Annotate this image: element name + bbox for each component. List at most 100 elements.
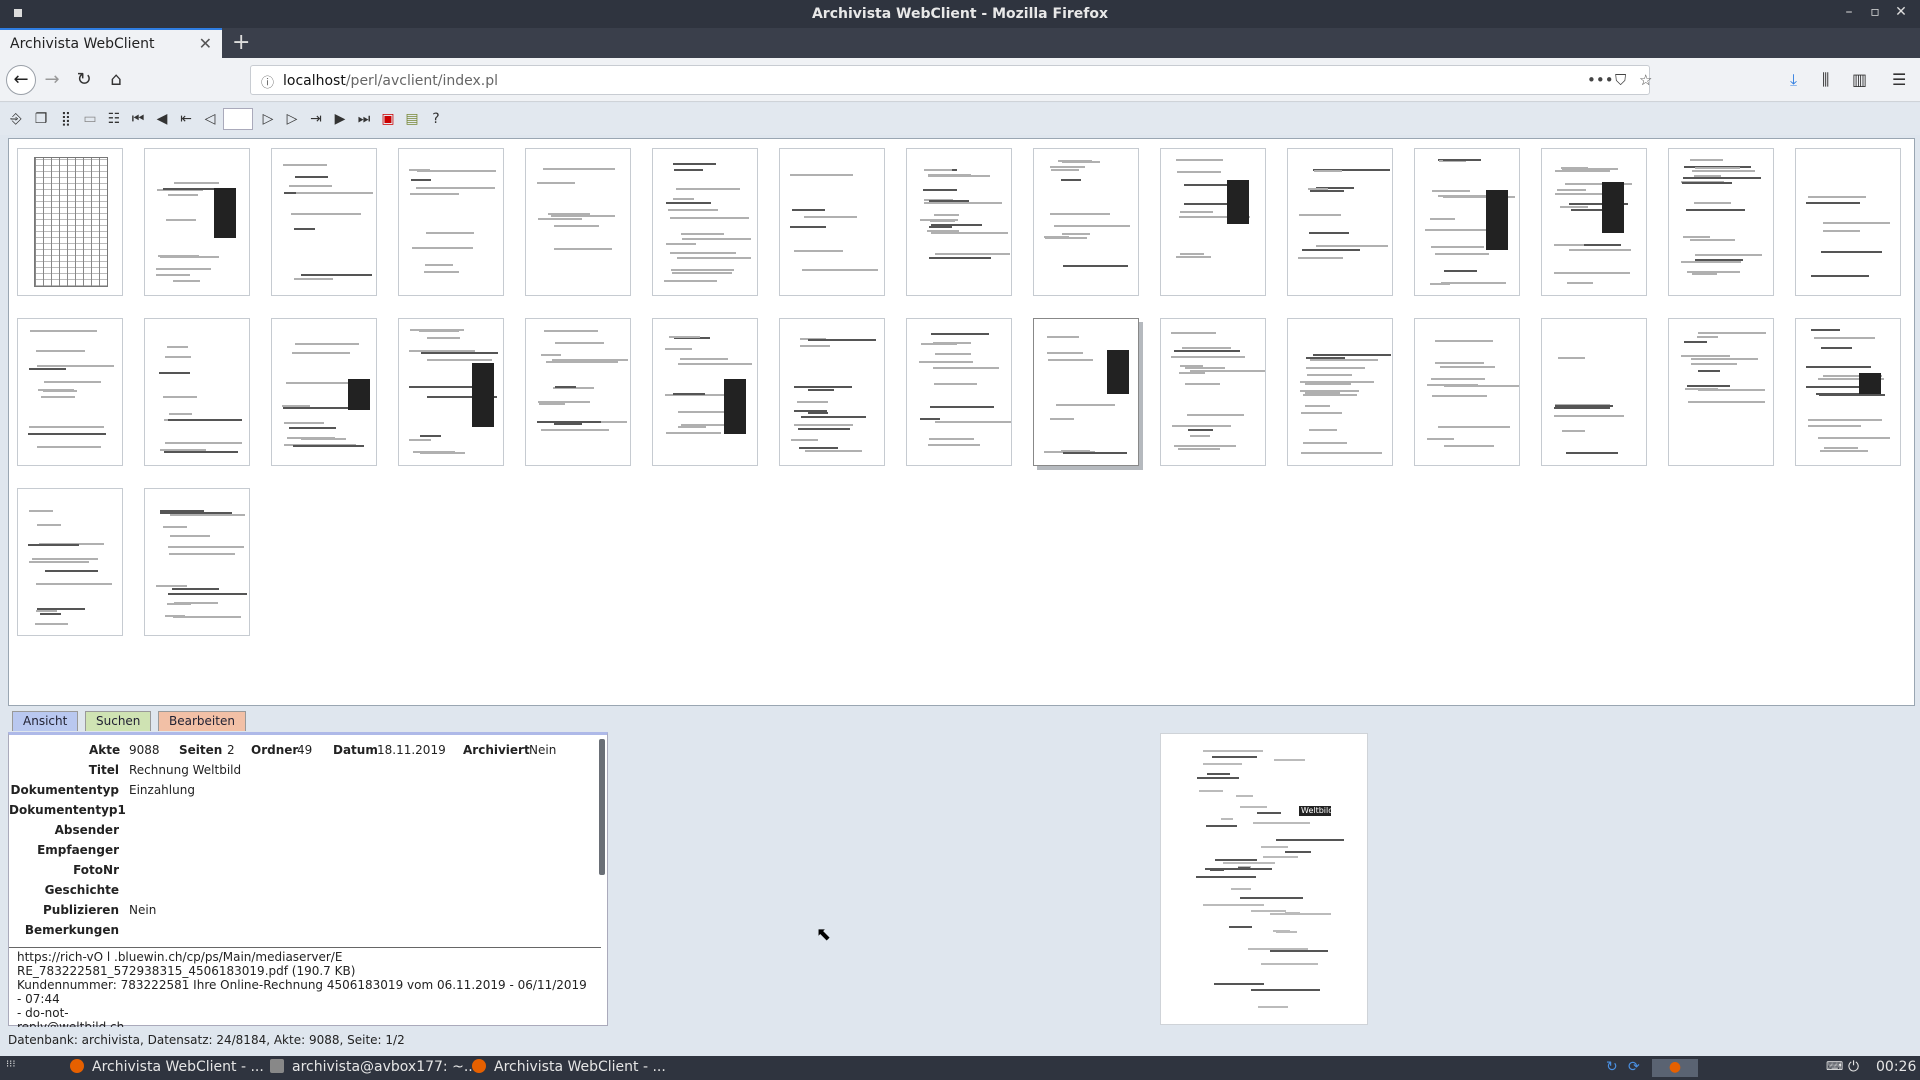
- keyboard-icon[interactable]: ⌨: [1826, 1059, 1843, 1073]
- preview-text-line: [1215, 859, 1257, 861]
- firefox-tray-icon[interactable]: ●: [1652, 1059, 1698, 1077]
- last-record-icon[interactable]: ⏭: [354, 109, 374, 129]
- page-thumbnail[interactable]: [1795, 318, 1901, 466]
- go-to-page-icon[interactable]: ▷: [258, 109, 278, 129]
- preview-text-line: [1236, 795, 1253, 797]
- task-terminal[interactable]: archivista@avbox177: ~...: [270, 1059, 477, 1077]
- close-tab-icon[interactable]: ✕: [199, 34, 212, 53]
- page-thumbnail[interactable]: [652, 148, 758, 296]
- help-icon[interactable]: ?: [426, 109, 446, 129]
- minimize-button[interactable]: –: [1840, 4, 1858, 20]
- delete-icon[interactable]: ▣: [378, 109, 398, 129]
- page-thumbnail[interactable]: [525, 148, 631, 296]
- tab-bearbeiten[interactable]: Bearbeiten: [158, 711, 246, 731]
- field-row: FotoNr: [9, 863, 599, 881]
- downloads-icon[interactable]: ⤓: [1790, 70, 1797, 90]
- thumbnail-text-line: [1690, 159, 1723, 161]
- field-label: Absender: [54, 823, 119, 837]
- power-icon[interactable]: ⏻: [1848, 1059, 1859, 1075]
- page-thumbnail[interactable]: [1668, 148, 1774, 296]
- page-thumbnail[interactable]: [1795, 148, 1901, 296]
- page-number-input[interactable]: [223, 108, 253, 130]
- apps-menu-icon[interactable]: ⁝⁝⁝: [6, 1059, 16, 1070]
- thumbnail-text-line: [1819, 394, 1885, 396]
- page-thumbnail[interactable]: [17, 318, 123, 466]
- library-icon[interactable]: ⫼: [1822, 70, 1829, 90]
- url-bar[interactable]: ⓘ localhost/perl/avclient/index.pl ••• ⛉…: [250, 65, 1652, 95]
- bookmark-star-icon[interactable]: ☆: [1639, 71, 1652, 89]
- task-firefox-2[interactable]: Archivista WebClient - ...: [472, 1059, 666, 1077]
- page-thumbnail[interactable]: [1287, 148, 1393, 296]
- page-thumbnail[interactable]: [1541, 318, 1647, 466]
- page-thumbnail[interactable]: [1668, 318, 1774, 466]
- list-edit-icon[interactable]: ☷: [104, 109, 124, 129]
- copy-icon[interactable]: ❐: [31, 109, 51, 129]
- page-thumbnail[interactable]: [906, 318, 1012, 466]
- page-thumbnail[interactable]: [144, 148, 250, 296]
- home-button[interactable]: ⌂: [104, 68, 128, 92]
- previous-record-icon[interactable]: ◀: [152, 109, 172, 129]
- forward-button[interactable]: →: [40, 68, 64, 92]
- page-thumbnail[interactable]: [17, 148, 123, 296]
- page-thumbnail[interactable]: [271, 148, 377, 296]
- page-thumbnail[interactable]: [144, 318, 250, 466]
- previous-page-icon[interactable]: ◁: [200, 109, 220, 129]
- page-thumbnail[interactable]: [398, 148, 504, 296]
- field-value[interactable]: Rechnung Weltbild: [129, 763, 241, 777]
- new-tab-button[interactable]: +: [232, 30, 250, 55]
- page-thumbnail[interactable]: [1414, 318, 1520, 466]
- maximize-button[interactable]: ▫: [1866, 4, 1884, 20]
- sync-icon[interactable]: ⟳: [1628, 1059, 1640, 1075]
- thumbnail-text-line: [1824, 447, 1858, 449]
- back-button[interactable]: ←: [6, 65, 36, 95]
- page-preview[interactable]: Weltbild: [1160, 733, 1368, 1025]
- thumbnails-grid-icon[interactable]: ⣿: [56, 109, 76, 129]
- logout-icon[interactable]: ⎆: [6, 109, 26, 129]
- first-page-icon[interactable]: ⇤: [176, 109, 196, 129]
- page-thumbnail[interactable]: [1033, 318, 1139, 466]
- page-thumbnail[interactable]: [906, 148, 1012, 296]
- reload-button[interactable]: ↻: [72, 68, 96, 92]
- detail-scrollbar[interactable]: [599, 739, 605, 875]
- thumbnail-text-line: [673, 393, 705, 395]
- close-window-button[interactable]: ✕: [1892, 4, 1910, 20]
- field-value[interactable]: Nein: [129, 903, 156, 917]
- sidebar-icon[interactable]: ▥: [1852, 70, 1867, 89]
- page-thumbnail[interactable]: [652, 318, 758, 466]
- page-thumbnail[interactable]: [17, 488, 123, 636]
- page-thumbnail[interactable]: [1160, 318, 1266, 466]
- page-thumbnail[interactable]: [1033, 148, 1139, 296]
- thumbnail-text-line: [410, 193, 459, 195]
- next-page-icon[interactable]: ▷: [282, 109, 302, 129]
- page-thumbnail[interactable]: [525, 318, 631, 466]
- field-value[interactable]: Einzahlung: [129, 783, 195, 797]
- thumbnail-text-line: [671, 269, 734, 271]
- browser-tab[interactable]: Archivista WebClient ✕: [0, 28, 222, 58]
- menu-icon[interactable]: ☰: [1892, 70, 1906, 89]
- tab-suchen[interactable]: Suchen: [85, 711, 152, 731]
- notes-text[interactable]: https://rich-vO l .bluewin.ch/cp/ps/Main…: [9, 947, 601, 1027]
- thumbnail-text-line: [541, 354, 561, 356]
- page-thumbnail[interactable]: [779, 148, 885, 296]
- preview-text-line: [1285, 851, 1311, 853]
- page-thumbnail[interactable]: [271, 318, 377, 466]
- task-firefox-1[interactable]: Archivista WebClient - ...: [70, 1059, 264, 1077]
- page-thumbnail[interactable]: [1287, 318, 1393, 466]
- page-thumbnail[interactable]: [144, 488, 250, 636]
- tab-ansicht[interactable]: Ansicht: [12, 711, 79, 731]
- image-view-icon[interactable]: ▭: [80, 109, 100, 129]
- thumbnail-text-line: [1180, 211, 1213, 213]
- update-icon[interactable]: ↻: [1606, 1059, 1618, 1075]
- folder-icon[interactable]: ▤: [402, 109, 422, 129]
- pocket-icon[interactable]: ⛉: [1615, 71, 1626, 89]
- first-record-icon[interactable]: ⏮: [128, 109, 148, 129]
- page-thumbnail[interactable]: [1414, 148, 1520, 296]
- next-record-icon[interactable]: ▶: [330, 109, 350, 129]
- page-thumbnail[interactable]: [398, 318, 504, 466]
- page-thumbnail[interactable]: [1160, 148, 1266, 296]
- page-thumbnail[interactable]: [1541, 148, 1647, 296]
- page-actions-icon[interactable]: •••: [1587, 71, 1614, 89]
- site-info-icon[interactable]: ⓘ: [261, 72, 274, 91]
- page-thumbnail[interactable]: [779, 318, 885, 466]
- last-page-icon[interactable]: ⇥: [306, 109, 326, 129]
